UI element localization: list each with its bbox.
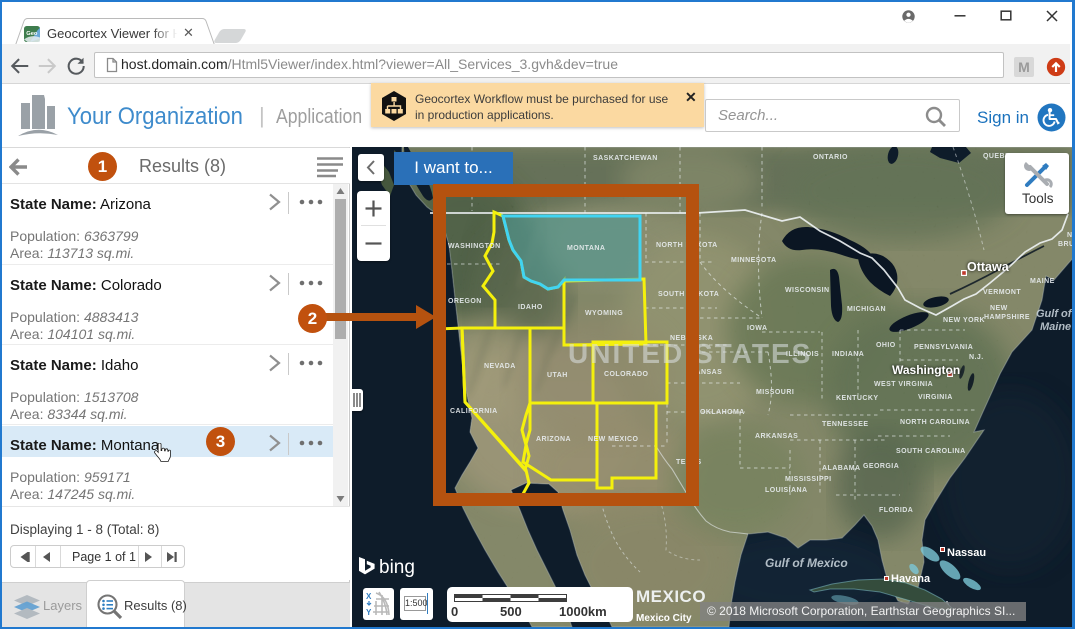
svg-text:LOUISIANA: LOUISIANA: [765, 487, 808, 494]
svg-text:Gulf of Mexico: Gulf of Mexico: [765, 556, 848, 570]
svg-text:Geo: Geo: [26, 31, 38, 37]
svg-text:Havana: Havana: [891, 573, 931, 585]
svg-text:MAINE: MAINE: [1030, 278, 1055, 285]
svg-text:ONTARIO: ONTARIO: [813, 154, 848, 161]
svg-text:GEORGIA: GEORGIA: [863, 463, 899, 470]
svg-text:Mexico City: Mexico City: [636, 613, 692, 624]
svg-text:MISSOURI: MISSOURI: [756, 389, 794, 396]
svg-text:MISSISSIPPI: MISSISSIPPI: [785, 476, 832, 483]
svg-text:PENNSYLVANIA: PENNSYLVANIA: [914, 344, 973, 351]
svg-text:Ottawa: Ottawa: [967, 260, 1010, 274]
svg-text:Y: Y: [366, 608, 372, 617]
svg-text:VIRGINIA: VIRGINIA: [918, 394, 953, 401]
svg-text:NEW YORK: NEW YORK: [943, 317, 985, 324]
svg-text:IOWA: IOWA: [747, 325, 767, 332]
svg-text:SOUTH CAROLINA: SOUTH CAROLINA: [896, 448, 966, 455]
svg-text:OHIO: OHIO: [876, 342, 896, 349]
svg-text:MINNESOTA: MINNESOTA: [731, 257, 777, 264]
svg-text:ARKANSAS: ARKANSAS: [755, 433, 798, 440]
svg-text:VERMONT: VERMONT: [983, 289, 1021, 296]
svg-text:NORTH CAROLINA: NORTH CAROLINA: [900, 419, 970, 426]
svg-text:TENNESSEE: TENNESSEE: [822, 421, 868, 428]
svg-text:HAMPSHIRE: HAMPSHIRE: [984, 314, 1030, 321]
svg-text:Gulf of: Gulf of: [1036, 308, 1073, 320]
svg-text:Washington: Washington: [892, 363, 960, 377]
svg-text:INDIANA: INDIANA: [832, 351, 864, 358]
svg-text:ILLINOIS: ILLINOIS: [786, 351, 819, 358]
svg-text:N.J.: N.J.: [969, 354, 984, 361]
svg-text:MICHIGAN: MICHIGAN: [847, 306, 886, 313]
svg-text:KENTUCKY: KENTUCKY: [836, 395, 879, 402]
svg-text:BRUN.: BRUN.: [1058, 241, 1073, 248]
svg-text:X: X: [366, 592, 372, 601]
svg-text:bing: bing: [379, 557, 415, 578]
svg-text:ALABAMA: ALABAMA: [822, 465, 861, 472]
svg-text:Maine: Maine: [1040, 321, 1071, 333]
svg-text:Nassau: Nassau: [947, 547, 986, 559]
svg-text:WISCONSIN: WISCONSIN: [785, 287, 830, 294]
svg-text:FLORIDA: FLORIDA: [879, 507, 913, 514]
svg-text:MEXICO: MEXICO: [636, 587, 706, 606]
svg-text:NEW: NEW: [990, 305, 1008, 312]
svg-text:OKLAHOMA: OKLAHOMA: [700, 409, 745, 416]
svg-text:SASKATCHEWAN: SASKATCHEWAN: [593, 155, 658, 162]
svg-text:WEST VIRGINIA: WEST VIRGINIA: [874, 381, 933, 388]
